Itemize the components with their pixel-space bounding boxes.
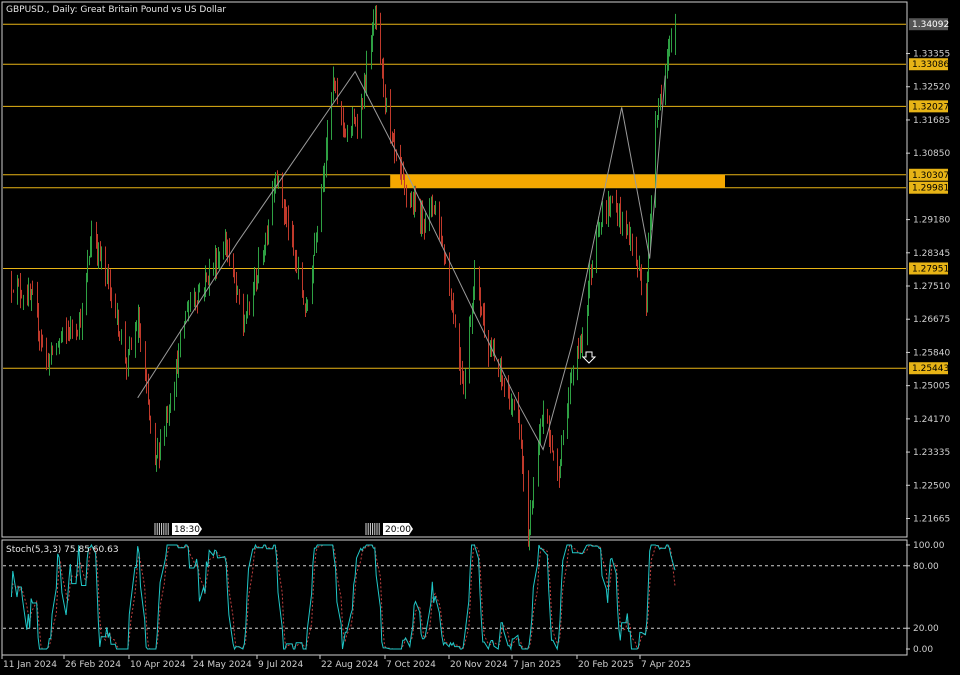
- indicator-label: Stoch(5,3,3) 75.85 60.63: [6, 545, 119, 555]
- price-tick-label: 1.25840: [913, 348, 950, 358]
- price-tick-label: 1.31685: [913, 116, 950, 126]
- stoch-tick-label: 100.00: [913, 541, 945, 551]
- current-price-tag-text: 1.34092: [912, 20, 949, 30]
- level-price-tag-text: 1.33086: [912, 60, 949, 70]
- stoch-signal-line: [10, 543, 676, 651]
- date-axis: 11 Jan 2024 26 Feb 2024 10 Apr 2024 24 May …: [1, 655, 691, 670]
- price-tick-label: 1.27510: [913, 282, 950, 292]
- price-tick-label: 1.30850: [913, 149, 950, 159]
- down-arrow-icon: [581, 351, 597, 364]
- level-price-tag-text: 1.29981: [912, 184, 949, 194]
- price-panel-frame: [1, 1, 908, 538]
- stochastic-panel: 100.00 80.00 20.00 0.00: [3, 541, 945, 655]
- session-marker-icon: 20:00: [365, 523, 413, 535]
- session-marker-icon: 18:30: [154, 523, 202, 535]
- price-tick-label: 1.22500: [913, 481, 950, 491]
- date-tick-label: 11 Jan 2024: [3, 660, 57, 670]
- level-price-tag-text: 1.25443: [912, 364, 949, 374]
- price-tick-label: 1.28345: [913, 249, 950, 259]
- indicator-panel-frame: [1, 539, 908, 656]
- level-price-tag-text: 1.32027: [912, 102, 949, 112]
- session-markers: 18:30 20:00: [154, 523, 413, 535]
- supply-zone-rect[interactable]: [390, 174, 725, 188]
- date-tick-label: 22 Aug 2024: [321, 660, 379, 670]
- date-tick-label: 24 May 2024: [193, 660, 252, 670]
- trading-chart-window: 1.33355 1.32520 1.31685 1.30850 1.29180 1.283…: [0, 0, 960, 675]
- date-tick-label: 7 Oct 2024: [386, 660, 436, 670]
- stoch-tick-label: 20.00: [913, 624, 939, 634]
- date-tick-label: 20 Nov 2024: [450, 660, 508, 670]
- chart-canvas[interactable]: 1.33355 1.32520 1.31685 1.30850 1.29180 1.283…: [0, 0, 960, 675]
- date-tick-label: 10 Apr 2024: [130, 660, 186, 670]
- date-tick-label: 26 Feb 2024: [65, 660, 121, 670]
- price-tick-label: 1.24170: [913, 415, 950, 425]
- price-tick-label: 1.23335: [913, 448, 950, 458]
- price-tick-label: 1.21665: [913, 514, 950, 524]
- price-tick-label: 1.26675: [913, 315, 950, 325]
- price-tick-label: 1.33355: [913, 50, 950, 60]
- date-tick-label: 20 Feb 2025: [578, 660, 634, 670]
- stoch-tick-label: 80.00: [913, 562, 939, 572]
- marker-label: 20:00: [385, 525, 411, 535]
- price-tick-label: 1.32520: [913, 83, 950, 93]
- marker-label: 18:30: [174, 525, 200, 535]
- price-axis: 1.33355 1.32520 1.31685 1.30850 1.29180 1.283…: [906, 50, 950, 524]
- date-tick-label: 7 Apr 2025: [641, 660, 691, 670]
- level-price-tag-text: 1.30307: [912, 171, 949, 181]
- price-tick-label: 1.25005: [913, 382, 950, 392]
- stoch-tick-label: 0.00: [913, 645, 933, 655]
- supply-zone[interactable]: [390, 174, 725, 188]
- date-tick-label: 9 Jul 2024: [258, 660, 303, 670]
- date-tick-label: 7 Jan 2025: [513, 660, 561, 670]
- price-tick-label: 1.29180: [913, 216, 950, 226]
- level-price-tag-text: 1.27951: [912, 264, 949, 274]
- chart-title: GBPUSD., Daily: Great Britain Pound vs U…: [6, 5, 226, 15]
- candlestick-series: [11, 5, 676, 551]
